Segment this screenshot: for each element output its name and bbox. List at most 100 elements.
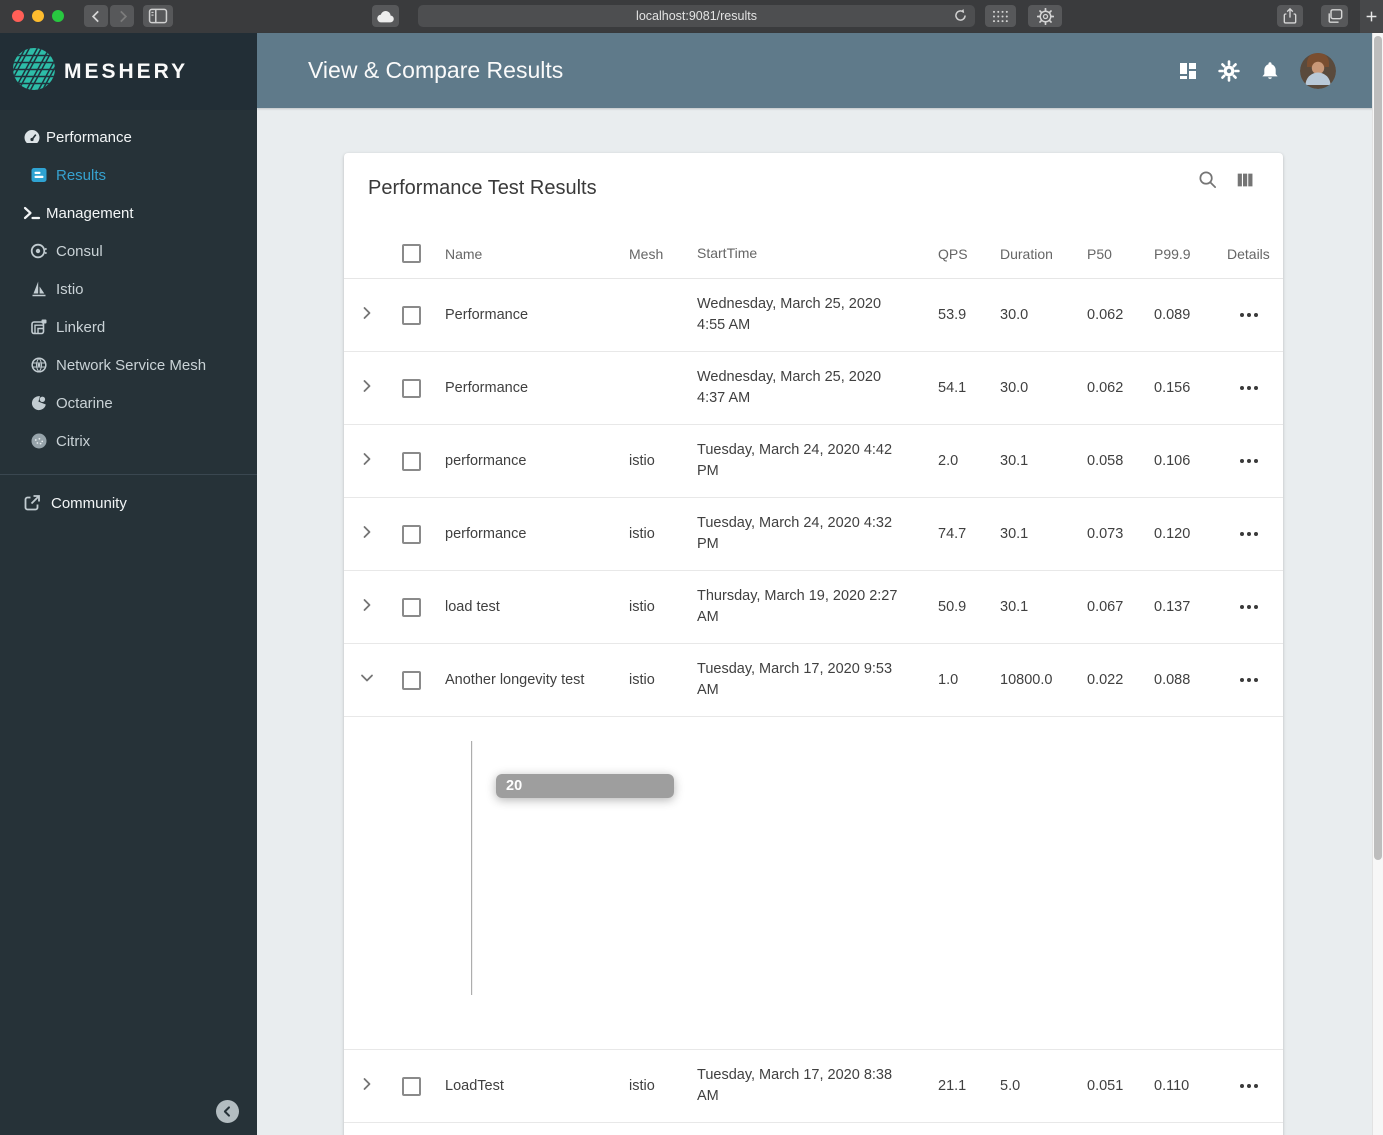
expand-row-button[interactable] xyxy=(344,522,390,546)
chevron-right-icon xyxy=(357,376,377,400)
row-starttime: Tuesday, March 17, 2020 8:38 AM xyxy=(697,1067,893,1104)
new-tab-icon[interactable] xyxy=(1360,0,1383,33)
row-starttime: Wednesday, March 25, 2020 4:55 AM xyxy=(697,296,882,333)
sidebar-item-label: Citrix xyxy=(56,432,91,450)
row-checkbox[interactable] xyxy=(401,451,421,471)
sidebar-item-citrix[interactable]: Citrix xyxy=(0,422,257,460)
column-header-qps[interactable]: QPS xyxy=(926,246,988,262)
row-checkbox[interactable] xyxy=(401,378,421,398)
page-scrollbar-track[interactable] xyxy=(1372,33,1383,1135)
consul-icon xyxy=(29,241,49,261)
collapse-row-button[interactable] xyxy=(344,668,390,692)
row-duration: 30.0 xyxy=(1000,380,1029,396)
row-checkbox-cell xyxy=(390,451,432,471)
sidebar-item-octarine[interactable]: Octarine xyxy=(0,384,257,422)
share-icon[interactable] xyxy=(1277,5,1303,27)
row-starttime: Tuesday, March 24, 2020 4:32 PM xyxy=(697,515,893,552)
row-checkbox-cell xyxy=(390,670,432,690)
close-window-button[interactable] xyxy=(12,10,24,22)
chevron-right-icon xyxy=(357,303,377,327)
table-body: Performance Wednesday, March 25, 2020 4:5… xyxy=(344,279,1283,1123)
performance-gauge-icon xyxy=(22,127,42,147)
settings-circle-icon[interactable] xyxy=(1028,5,1062,27)
row-p999: 0.088 xyxy=(1154,672,1191,688)
sidebar-item-label: Performance xyxy=(46,128,132,146)
row-actions-button[interactable] xyxy=(1214,1084,1283,1088)
sidebar-item-network-service-mesh[interactable]: Network Service Mesh xyxy=(0,346,257,384)
management-terminal-icon xyxy=(22,203,42,223)
sidebar-item-istio[interactable]: Istio xyxy=(0,270,257,308)
table-row: performance istio Tuesday, March 24, 2020 … xyxy=(344,425,1283,498)
column-header-p999[interactable]: P99.9 xyxy=(1141,246,1214,262)
sidebar-item-linkerd[interactable]: Linkerd xyxy=(0,308,257,346)
row-checkbox[interactable] xyxy=(401,597,421,617)
row-checkbox-cell xyxy=(390,1076,432,1096)
refresh-icon[interactable] xyxy=(953,8,968,26)
row-qps: 53.9 xyxy=(938,307,967,323)
tabs-icon[interactable] xyxy=(1321,5,1348,27)
maximize-window-button[interactable] xyxy=(52,10,64,22)
column-header-mesh[interactable]: Mesh xyxy=(618,246,686,262)
expand-row-button[interactable] xyxy=(344,303,390,327)
sidebar-collapse-button[interactable] xyxy=(216,1100,239,1123)
select-all-checkbox[interactable] xyxy=(401,244,421,263)
octarine-icon xyxy=(29,393,49,413)
sidebar-item-performance[interactable]: Performance xyxy=(0,118,257,156)
sidebar-item-management[interactable]: Management xyxy=(0,194,257,232)
extensions-grid-icon[interactable] xyxy=(985,5,1016,27)
meshery-logo[interactable]: MESHERY xyxy=(0,33,257,110)
row-actions-button[interactable] xyxy=(1214,605,1283,609)
view-columns-icon[interactable] xyxy=(1235,170,1255,195)
settings-gear-icon[interactable] xyxy=(1218,59,1240,82)
row-actions-button[interactable] xyxy=(1214,532,1283,536)
cloud-icon[interactable] xyxy=(372,5,399,27)
sidebar-item-community[interactable]: Community xyxy=(0,481,257,525)
table-row: LoadTest istio Tuesday, March 17, 2020 8:3… xyxy=(344,1050,1283,1123)
row-actions-button[interactable] xyxy=(1214,386,1283,390)
search-icon[interactable] xyxy=(1197,169,1218,195)
sidebar-item-label: Octarine xyxy=(56,394,113,412)
column-header-name[interactable]: Name xyxy=(432,246,618,262)
row-duration: 30.1 xyxy=(1000,526,1029,542)
row-name: Another longevity test xyxy=(445,672,585,688)
back-icon[interactable] xyxy=(84,5,108,27)
table-row: load test istio Thursday, March 19, 2020 2… xyxy=(344,571,1283,644)
sidebar-item-consul[interactable]: Consul xyxy=(0,232,257,270)
table-header-row: Name Mesh StartTime QPS Duration P50 P99… xyxy=(344,229,1283,279)
row-p999: 0.110 xyxy=(1154,1078,1190,1094)
table-row: Another longevity test istio Tuesday, Marc… xyxy=(344,644,1283,717)
row-checkbox[interactable] xyxy=(401,305,421,325)
expand-row-button[interactable] xyxy=(344,1074,390,1098)
expand-row-button[interactable] xyxy=(344,449,390,473)
row-p50: 0.067 xyxy=(1087,599,1124,615)
minimize-window-button[interactable] xyxy=(32,10,44,22)
row-duration: 30.0 xyxy=(1000,307,1029,323)
expand-row-button[interactable] xyxy=(344,595,390,619)
row-starttime: Thursday, March 19, 2020 2:27 AM xyxy=(697,588,898,625)
page-scrollbar-thumb[interactable] xyxy=(1374,36,1382,860)
dashboard-icon[interactable] xyxy=(1177,60,1199,82)
row-p50: 0.073 xyxy=(1087,526,1124,542)
column-header-p50[interactable]: P50 xyxy=(1074,246,1141,262)
forward-icon[interactable] xyxy=(110,5,134,27)
address-bar[interactable]: localhost:9081/results xyxy=(418,5,975,27)
notifications-bell-icon[interactable] xyxy=(1259,60,1281,82)
results-icon xyxy=(29,165,49,185)
chevron-right-icon xyxy=(357,595,377,619)
user-avatar[interactable] xyxy=(1300,52,1336,89)
row-checkbox[interactable] xyxy=(401,1076,421,1096)
row-actions-button[interactable] xyxy=(1214,459,1283,463)
meshery-logo-icon xyxy=(12,47,56,96)
sidebar-item-results[interactable]: Results xyxy=(0,156,257,194)
row-qps: 21.1 xyxy=(938,1078,967,1094)
row-checkbox[interactable] xyxy=(401,524,421,544)
row-checkbox[interactable] xyxy=(401,670,421,690)
column-header-duration[interactable]: Duration xyxy=(988,246,1074,262)
sidebar-toggle-icon[interactable] xyxy=(143,5,173,27)
column-header-starttime[interactable]: StartTime xyxy=(686,243,926,264)
istio-icon xyxy=(29,279,49,299)
row-actions-button[interactable] xyxy=(1214,678,1283,682)
expand-row-button[interactable] xyxy=(344,376,390,400)
more-horizontal-icon xyxy=(1239,605,1244,609)
row-actions-button[interactable] xyxy=(1214,313,1283,317)
